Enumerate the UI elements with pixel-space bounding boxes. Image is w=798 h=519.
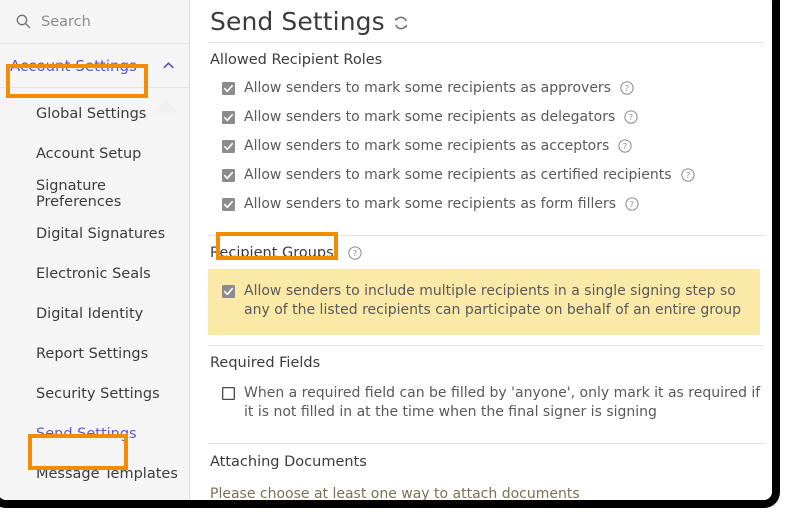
sidebar-item-digital-signatures[interactable]: Digital Signatures xyxy=(0,214,189,254)
sidebar-item-account-setup[interactable]: Account Setup xyxy=(0,134,189,174)
sidebar-item-label: Account Setup xyxy=(36,146,142,162)
svg-text:?: ? xyxy=(629,112,633,122)
sidebar-item-label: Digital Identity xyxy=(36,306,144,322)
option-label: Allow senders to mark some recipients as… xyxy=(244,167,672,183)
checkbox-checked-icon[interactable] xyxy=(222,198,235,211)
page-title-row: Send Settings xyxy=(208,0,770,42)
sidebar-item-label: Report Settings xyxy=(36,346,149,362)
help-icon[interactable]: ? xyxy=(680,168,695,182)
option-row-acceptors[interactable]: Allow senders to mark some recipients as… xyxy=(208,132,770,161)
sidebar-item-label: Digital Signatures xyxy=(36,226,166,242)
checkbox-checked-icon[interactable] xyxy=(222,140,235,153)
attaching-documents-note: Please choose at least one way to attach… xyxy=(210,486,580,502)
svg-text:?: ? xyxy=(352,248,356,258)
option-row-certified-recipients[interactable]: Allow senders to mark some recipients as… xyxy=(208,161,770,190)
checkbox-checked-icon[interactable] xyxy=(222,285,235,298)
help-icon[interactable]: ? xyxy=(625,197,639,211)
svg-text:?: ? xyxy=(685,170,689,180)
svg-text:?: ? xyxy=(625,83,629,93)
sidebar-item-label: Global Settings xyxy=(36,106,147,122)
checkbox-unchecked-icon[interactable] xyxy=(222,387,235,400)
sidebar-item-label: Send Settings xyxy=(36,426,137,442)
option-row-form-fillers[interactable]: Allow senders to mark some recipients as… xyxy=(208,190,770,219)
svg-text:?: ? xyxy=(623,141,627,151)
help-icon[interactable]: ? xyxy=(618,139,632,153)
sidebar-item-label: Message Templates xyxy=(36,466,178,482)
app-layout: Account Settings Global Settings Account… xyxy=(0,0,770,505)
option-row-delegators[interactable]: Allow senders to mark some recipients as… xyxy=(208,103,770,132)
section-heading-allowed-recipient-roles: Allowed Recipient Roles xyxy=(210,52,383,68)
search-bar[interactable] xyxy=(0,0,189,44)
sidebar-item-signature-preferences[interactable]: Signature Preferences xyxy=(0,174,189,214)
sidebar-item-label: Security Settings xyxy=(36,386,160,402)
option-label: When a required field can be filled by '… xyxy=(244,385,761,420)
option-row-recipient-groups[interactable]: Allow senders to include multiple recipi… xyxy=(208,277,760,325)
option-row-required-fields[interactable]: When a required field can be filled by '… xyxy=(208,377,770,427)
section-heading-attaching-documents: Attaching Documents xyxy=(210,454,367,470)
checkbox-checked-icon[interactable] xyxy=(222,111,235,124)
page-title: Send Settings xyxy=(210,6,385,36)
checkbox-checked-icon[interactable] xyxy=(222,82,235,95)
recipient-groups-highlight-block: Allow senders to include multiple recipi… xyxy=(208,269,760,335)
option-label: Allow senders to mark some recipients as… xyxy=(244,138,610,154)
sidebar: Account Settings Global Settings Account… xyxy=(0,0,190,505)
sidebar-item-security-settings[interactable]: Security Settings xyxy=(0,374,189,414)
help-icon[interactable]: ? xyxy=(624,110,638,124)
option-row-approvers[interactable]: Allow senders to mark some recipients as… xyxy=(208,74,770,103)
section-heading-required-fields: Required Fields xyxy=(210,355,321,371)
option-label: Allow senders to mark some recipients as… xyxy=(244,109,616,125)
search-icon xyxy=(16,14,31,29)
accordion-pointer xyxy=(153,100,179,113)
checkbox-checked-icon[interactable] xyxy=(222,169,235,182)
sidebar-item-label: Signature Preferences xyxy=(36,178,122,210)
sidebar-item-message-templates[interactable]: Message Templates xyxy=(0,454,189,494)
chevron-up-icon[interactable] xyxy=(162,59,175,72)
option-label: Allow senders to mark some recipients as… xyxy=(244,196,617,212)
screenshot-root: Account Settings Global Settings Account… xyxy=(0,0,798,519)
sidebar-nav-list: Global Settings Account Setup Signature … xyxy=(0,88,189,494)
sidebar-accordion-label: Account Settings xyxy=(10,56,137,75)
section-heading-recipient-groups-row: Recipient Groups ? xyxy=(208,236,770,267)
sidebar-item-send-settings[interactable]: Send Settings xyxy=(0,414,189,454)
sidebar-item-report-settings[interactable]: Report Settings xyxy=(0,334,189,374)
main-panel: Send Settings Allowed Recipient Roles Al… xyxy=(190,0,770,505)
help-icon[interactable]: ? xyxy=(348,246,362,260)
refresh-icon[interactable] xyxy=(393,15,409,31)
option-label: Allow senders to include multiple recipi… xyxy=(244,283,742,318)
svg-text:?: ? xyxy=(630,199,634,209)
section-heading-recipient-groups: Recipient Groups xyxy=(210,245,334,261)
sidebar-item-label: Electronic Seals xyxy=(36,266,151,282)
sidebar-item-digital-identity[interactable]: Digital Identity xyxy=(0,294,189,334)
sidebar-item-electronic-seals[interactable]: Electronic Seals xyxy=(0,254,189,294)
help-icon[interactable]: ? xyxy=(620,81,634,95)
sidebar-accordion-account-settings[interactable]: Account Settings xyxy=(0,44,189,88)
option-label: Allow senders to mark some recipients as… xyxy=(244,80,611,96)
search-input[interactable] xyxy=(41,13,161,30)
